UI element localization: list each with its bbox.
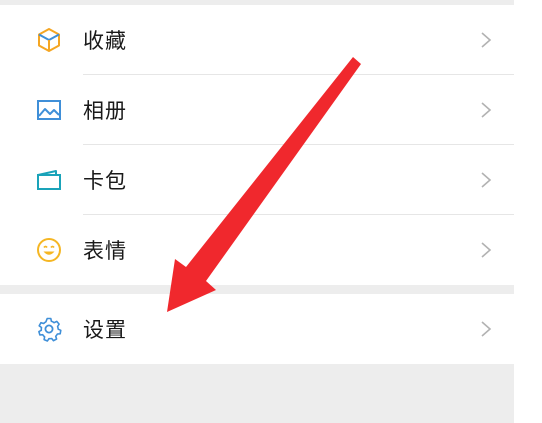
chevron-right-icon bbox=[481, 242, 492, 258]
menu-item-label: 表情 bbox=[83, 239, 127, 263]
gear-icon bbox=[36, 316, 62, 342]
menu-item-favorites[interactable]: 收藏 bbox=[0, 5, 514, 75]
menu-item-cards[interactable]: 卡包 bbox=[0, 145, 514, 215]
menu-item-stickers[interactable]: 表情 bbox=[0, 215, 514, 285]
chevron-right-icon bbox=[481, 321, 492, 337]
album-picture-icon bbox=[36, 97, 62, 123]
menu-item-label: 相册 bbox=[83, 99, 127, 123]
menu-item-settings[interactable]: 设置 bbox=[0, 294, 514, 364]
chevron-right-icon bbox=[481, 102, 492, 118]
chevron-right-icon bbox=[481, 172, 492, 188]
bottom-gap bbox=[0, 364, 514, 423]
section-gap bbox=[0, 285, 514, 294]
menu-item-album[interactable]: 相册 bbox=[0, 75, 514, 145]
menu-item-label: 收藏 bbox=[83, 29, 127, 53]
menu-item-label: 设置 bbox=[83, 318, 127, 342]
me-screen: 收藏 相册 卡包 表情 设置 bbox=[0, 0, 514, 423]
menu-item-label: 卡包 bbox=[83, 169, 127, 193]
favorites-cube-icon bbox=[36, 27, 62, 53]
smiley-face-icon bbox=[36, 237, 62, 263]
chevron-right-icon bbox=[481, 32, 492, 48]
card-wallet-icon bbox=[36, 167, 62, 193]
